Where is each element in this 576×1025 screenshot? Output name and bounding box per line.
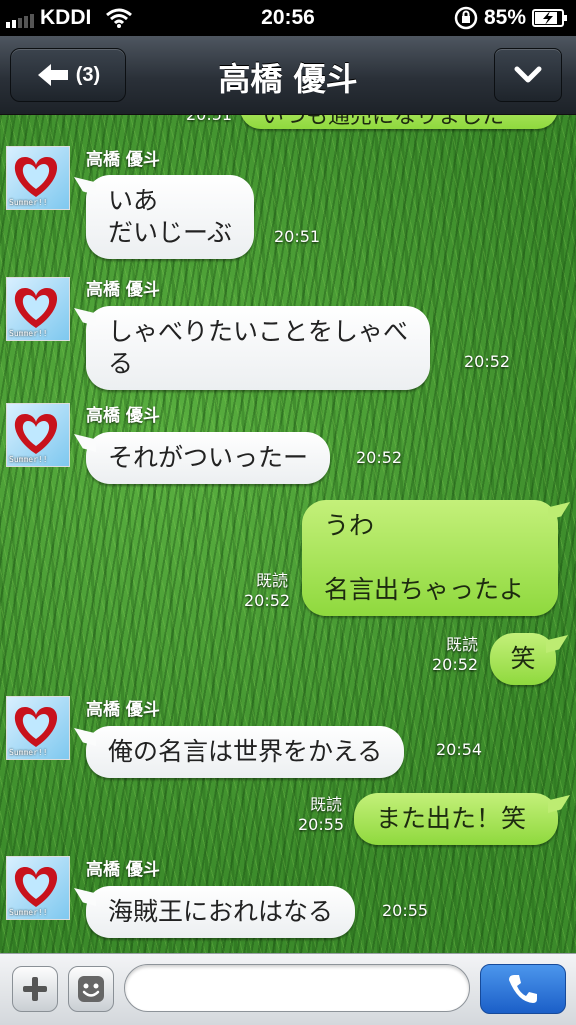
outgoing-message-bubble[interactable]: うわ 名言出ちゃったよ [302,500,558,616]
call-button[interactable] [480,964,566,1014]
message-time: 20:52 [356,448,403,467]
outgoing-message-bubble[interactable]: また出た！笑 [354,793,558,845]
message-time: 20:52 [244,591,291,610]
navigation-bar: (3) 高橋 優斗 [0,36,576,115]
avatar[interactable]: Summer!! [6,696,70,760]
avatar-label: Summer!! [9,908,48,917]
status-bar: KDDI 20:56 85% [0,0,576,36]
avatar-label: Summer!! [9,329,48,338]
sender-name: 高橋 優斗 [86,280,160,300]
message-input-bar [0,953,576,1025]
chat-title: 高橋 優斗 [218,60,358,98]
message-time: 20:52 [432,655,479,674]
menu-toggle-button[interactable] [494,48,562,102]
phone-icon [509,975,537,1003]
avatar[interactable]: Summer!! [6,403,70,467]
incoming-message-bubble[interactable]: 俺の名言は世界をかえる [86,726,405,778]
battery-charging-icon [532,9,567,27]
plus-icon [23,977,47,1001]
avatar-label: Summer!! [9,198,48,207]
outgoing-message-bubble[interactable]: いつも通売になりました [240,115,558,129]
heart-icon [14,707,58,747]
read-receipt: 既読 [445,635,478,654]
heart-icon [14,157,58,197]
avatar[interactable]: Summer!! [6,277,70,341]
read-receipt: 既読 [255,571,288,590]
chevron-down-icon [514,66,542,83]
battery-percentage: 85% [483,6,526,29]
incoming-message-bubble[interactable]: それがついったー [86,432,331,484]
heart-icon [14,867,58,907]
heart-icon [14,414,58,454]
message-input[interactable] [124,964,470,1012]
sticker-button[interactable] [68,966,114,1012]
avatar-label: Summer!! [9,748,48,757]
message-time: 20:51 [186,115,232,124]
message-time: 20:55 [298,815,345,834]
avatar[interactable]: Summer!! [6,146,70,210]
message-time: 20:52 [464,352,511,371]
message-time: 20:55 [382,901,429,920]
add-button[interactable] [12,966,58,1012]
outgoing-message-bubble[interactable]: 笑 [490,633,556,685]
sender-name: 高橋 優斗 [86,860,160,880]
avatar[interactable]: Summer!! [6,856,70,920]
incoming-message-bubble[interactable]: いあ だいじーぶ [86,175,255,259]
incoming-message-bubble[interactable]: 海賊王におれはなる [86,886,356,938]
status-bar-right: 85% [454,6,568,30]
smiley-face-icon [78,976,104,1002]
chat-area[interactable]: 20:51 いつも通売になりました Summer!! 高橋 優斗 いあ だいじー… [0,115,576,953]
sender-name: 高橋 優斗 [86,406,160,426]
avatar-label: Summer!! [9,455,48,464]
message-time: 20:51 [274,227,321,246]
message-time: 20:54 [436,740,483,759]
sender-name: 高橋 優斗 [86,150,160,170]
sender-name: 高橋 優斗 [86,700,160,720]
rotation-lock-icon [454,6,478,30]
incoming-message-bubble[interactable]: しゃべりたいことをしゃべ る [86,306,431,390]
heart-icon [14,288,58,328]
read-receipt: 既読 [309,795,342,814]
